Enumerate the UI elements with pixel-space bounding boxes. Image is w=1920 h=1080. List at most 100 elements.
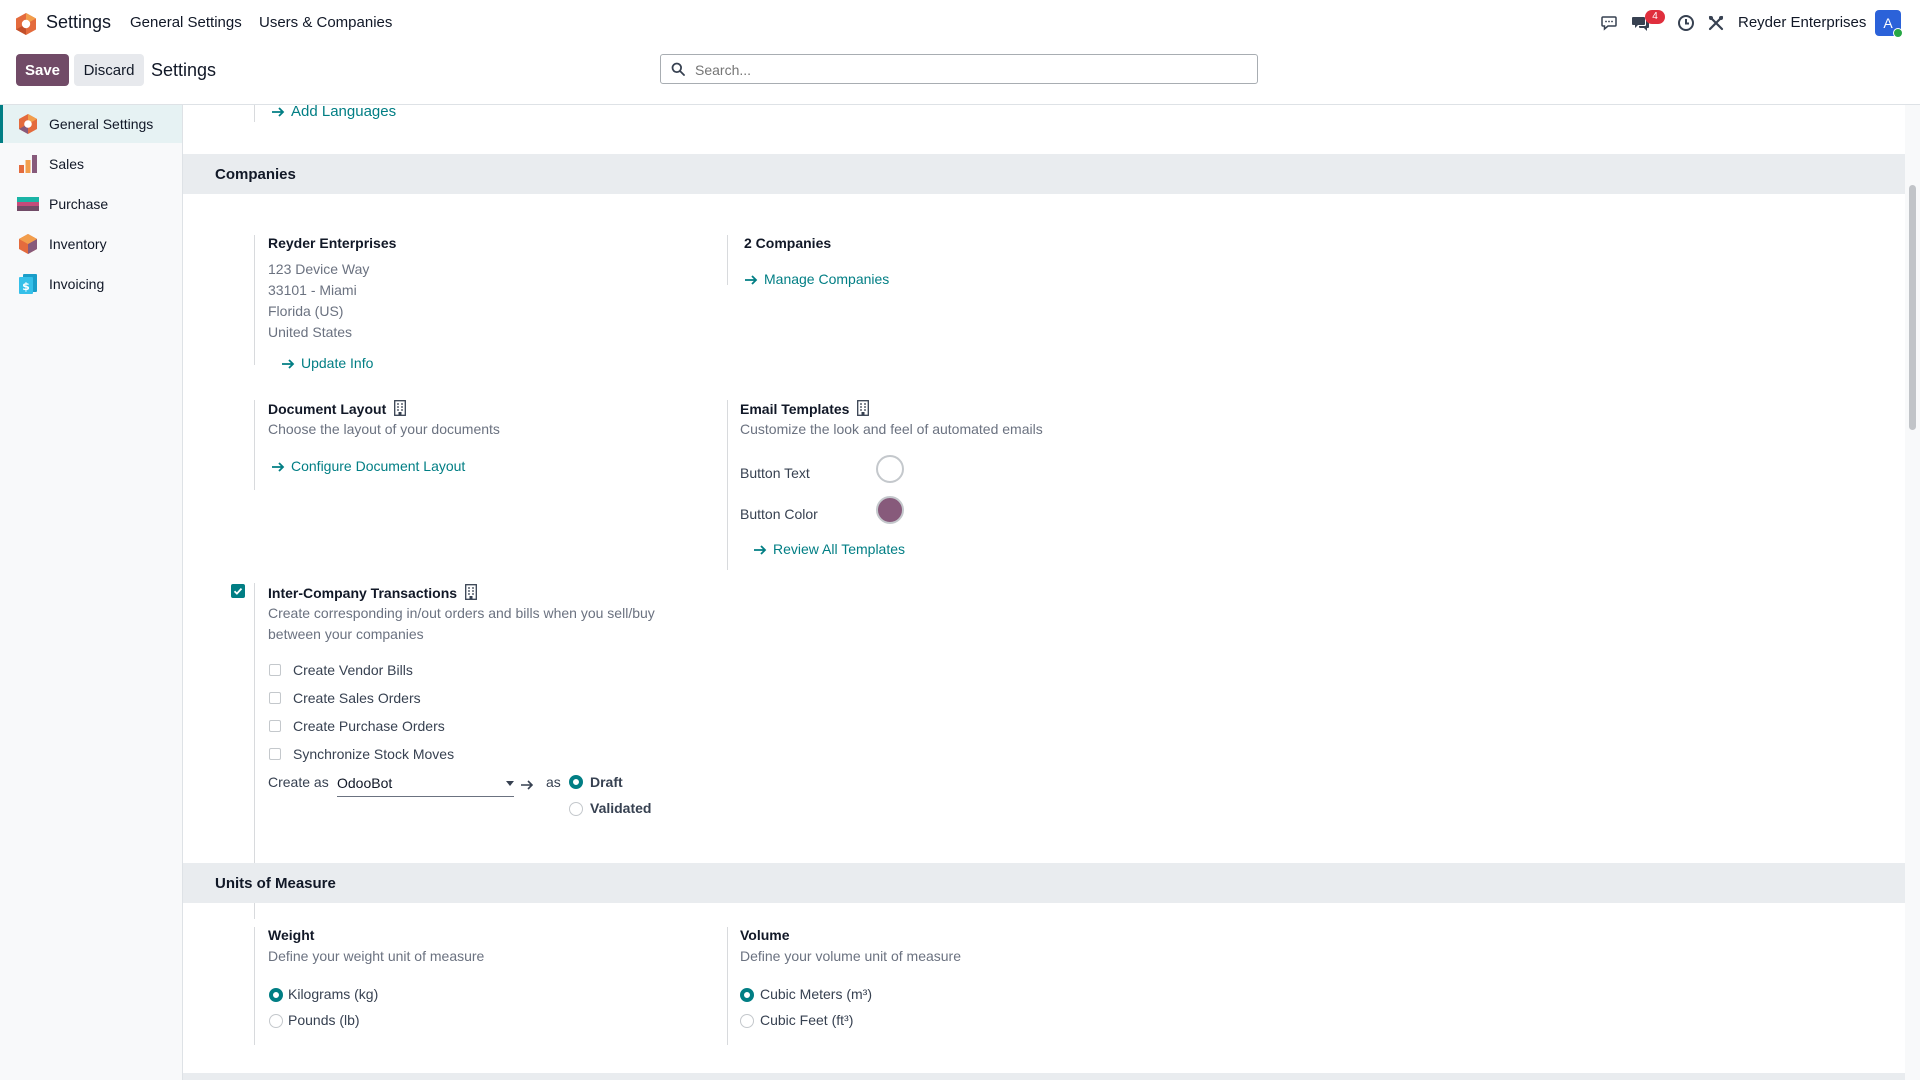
sidebar-item-label: Inventory — [49, 236, 107, 252]
sidebar-item-sales[interactable]: Sales — [0, 145, 182, 183]
cubic-meters-label[interactable]: Cubic Meters (m³) — [760, 986, 872, 1002]
menu-users-companies[interactable]: Users & Companies — [259, 14, 392, 31]
kilograms-label[interactable]: Kilograms (kg) — [288, 986, 378, 1002]
search-input[interactable] — [693, 58, 1237, 82]
sidebar-item-label: Sales — [49, 156, 85, 172]
chat-icon[interactable] — [1598, 12, 1620, 34]
inter-company-title: Inter-Company Transactions — [268, 584, 477, 601]
validated-radio[interactable] — [569, 802, 583, 816]
inter-company-checkbox[interactable] — [231, 584, 245, 598]
scrollbar-thumb[interactable] — [1909, 185, 1916, 430]
debug-tools-icon[interactable] — [1705, 12, 1727, 34]
company-specific-icon — [465, 584, 477, 600]
internal-link-arrow-icon[interactable] — [520, 780, 534, 790]
arrow-right-icon — [754, 545, 767, 555]
setting-divider — [254, 927, 255, 1045]
arrow-right-icon — [272, 462, 285, 472]
sidebar-item-purchase[interactable]: Purchase — [0, 185, 182, 223]
inventory-icon — [19, 234, 37, 254]
review-all-templates-link[interactable]: Review All Templates — [753, 541, 905, 557]
create-purchase-orders-label[interactable]: Create Purchase Orders — [293, 718, 445, 734]
update-info-link[interactable]: Update Info — [281, 355, 373, 371]
setting-divider — [254, 400, 255, 490]
validated-label[interactable]: Validated — [590, 800, 651, 816]
units-section-header: Units of Measure — [183, 863, 1905, 903]
checkmark-icon — [233, 587, 243, 595]
weight-title: Weight — [268, 927, 315, 943]
caret-down-icon — [506, 781, 514, 786]
setting-divider — [254, 235, 255, 365]
button-color-label: Button Color — [740, 506, 818, 522]
inter-company-description: Create corresponding in/out orders and b… — [268, 605, 655, 621]
cubic-feet-radio[interactable] — [740, 1014, 754, 1028]
create-as-label: Create as — [268, 774, 329, 790]
sidebar-item-general-settings[interactable]: General Settings — [0, 105, 182, 143]
configure-document-layout-link[interactable]: Configure Document Layout — [271, 458, 465, 474]
general-settings-icon — [19, 114, 37, 134]
discard-button[interactable]: Discard — [74, 54, 144, 86]
save-button[interactable]: Save — [16, 54, 69, 86]
company-address-line: 33101 - Miami — [268, 282, 357, 298]
document-layout-description: Choose the layout of your documents — [268, 421, 500, 437]
svg-text:$: $ — [22, 280, 30, 293]
company-address-line: United States — [268, 324, 353, 340]
cubic-meters-radio[interactable] — [740, 988, 754, 1002]
company-name: Reyder Enterprises — [268, 235, 397, 251]
inter-company-description: between your companies — [268, 626, 424, 642]
pounds-label[interactable]: Pounds (lb) — [288, 1012, 360, 1028]
sidebar-item-inventory[interactable]: Inventory — [0, 225, 182, 263]
synchronize-stock-moves-checkbox[interactable] — [269, 748, 281, 760]
as-label: as — [546, 774, 561, 790]
volume-description: Define your volume unit of measure — [740, 948, 961, 964]
next-section-header — [183, 1073, 1905, 1080]
online-status-dot — [1893, 28, 1903, 38]
document-layout-title: Document Layout — [268, 400, 407, 417]
email-templates-description: Customize the look and feel of automated… — [740, 421, 1043, 437]
synchronize-stock-moves-label[interactable]: Synchronize Stock Moves — [293, 746, 454, 762]
section-title: Companies — [215, 166, 296, 183]
arrow-right-icon — [282, 359, 295, 369]
draft-radio[interactable] — [569, 775, 583, 789]
create-vendor-bills-label[interactable]: Create Vendor Bills — [293, 662, 413, 678]
sidebar-item-invoicing[interactable]: $ Invoicing — [0, 265, 182, 303]
company-switcher[interactable]: Reyder Enterprises — [1738, 14, 1866, 31]
setting-divider — [727, 235, 728, 285]
arrow-right-icon — [745, 275, 758, 285]
sidebar-item-label: General Settings — [49, 116, 154, 132]
purchase-icon — [17, 197, 39, 211]
odoo-logo-icon[interactable] — [14, 12, 38, 36]
pounds-radio[interactable] — [269, 1014, 283, 1028]
app-name[interactable]: Settings — [46, 12, 111, 33]
manage-companies-link[interactable]: Manage Companies — [744, 271, 889, 287]
company-specific-icon — [857, 400, 870, 416]
activity-clock-icon[interactable] — [1675, 12, 1697, 34]
create-vendor-bills-checkbox[interactable] — [269, 664, 281, 676]
add-languages-link[interactable]: Add Languages — [271, 105, 396, 120]
company-address-line: 123 Device Way — [268, 261, 370, 277]
sidebar-item-label: Invoicing — [49, 276, 105, 292]
create-sales-orders-checkbox[interactable] — [269, 692, 281, 704]
create-sales-orders-label[interactable]: Create Sales Orders — [293, 690, 421, 706]
create-purchase-orders-checkbox[interactable] — [269, 720, 281, 732]
setting-divider — [254, 105, 255, 122]
page-title: Settings — [151, 60, 217, 80]
kilograms-radio[interactable] — [269, 988, 283, 1002]
search-icon — [671, 62, 685, 76]
search-bar[interactable] — [660, 54, 1258, 84]
button-color-picker[interactable] — [876, 496, 904, 524]
top-navbar: Settings General Settings Users & Compan… — [0, 0, 1920, 46]
settings-sidebar: General Settings Sales Purchase Inventor… — [0, 105, 183, 1080]
setting-divider — [727, 400, 728, 570]
settings-content: Add Languages Companies Reyder Enterpris… — [183, 105, 1905, 1080]
setting-divider — [727, 927, 728, 1045]
create-as-user-select[interactable]: OdooBot — [337, 774, 514, 797]
arrow-right-icon — [272, 107, 285, 117]
content-scrollbar[interactable] — [1905, 105, 1920, 1080]
cubic-feet-label[interactable]: Cubic Feet (ft³) — [760, 1012, 853, 1028]
control-panel: Save Discard Settings — [0, 46, 1920, 105]
notification-badge: 4 — [1645, 10, 1665, 24]
button-text-color-picker[interactable] — [876, 455, 904, 483]
sales-icon — [19, 155, 37, 173]
draft-label[interactable]: Draft — [590, 774, 623, 790]
menu-general-settings[interactable]: General Settings — [130, 14, 242, 31]
